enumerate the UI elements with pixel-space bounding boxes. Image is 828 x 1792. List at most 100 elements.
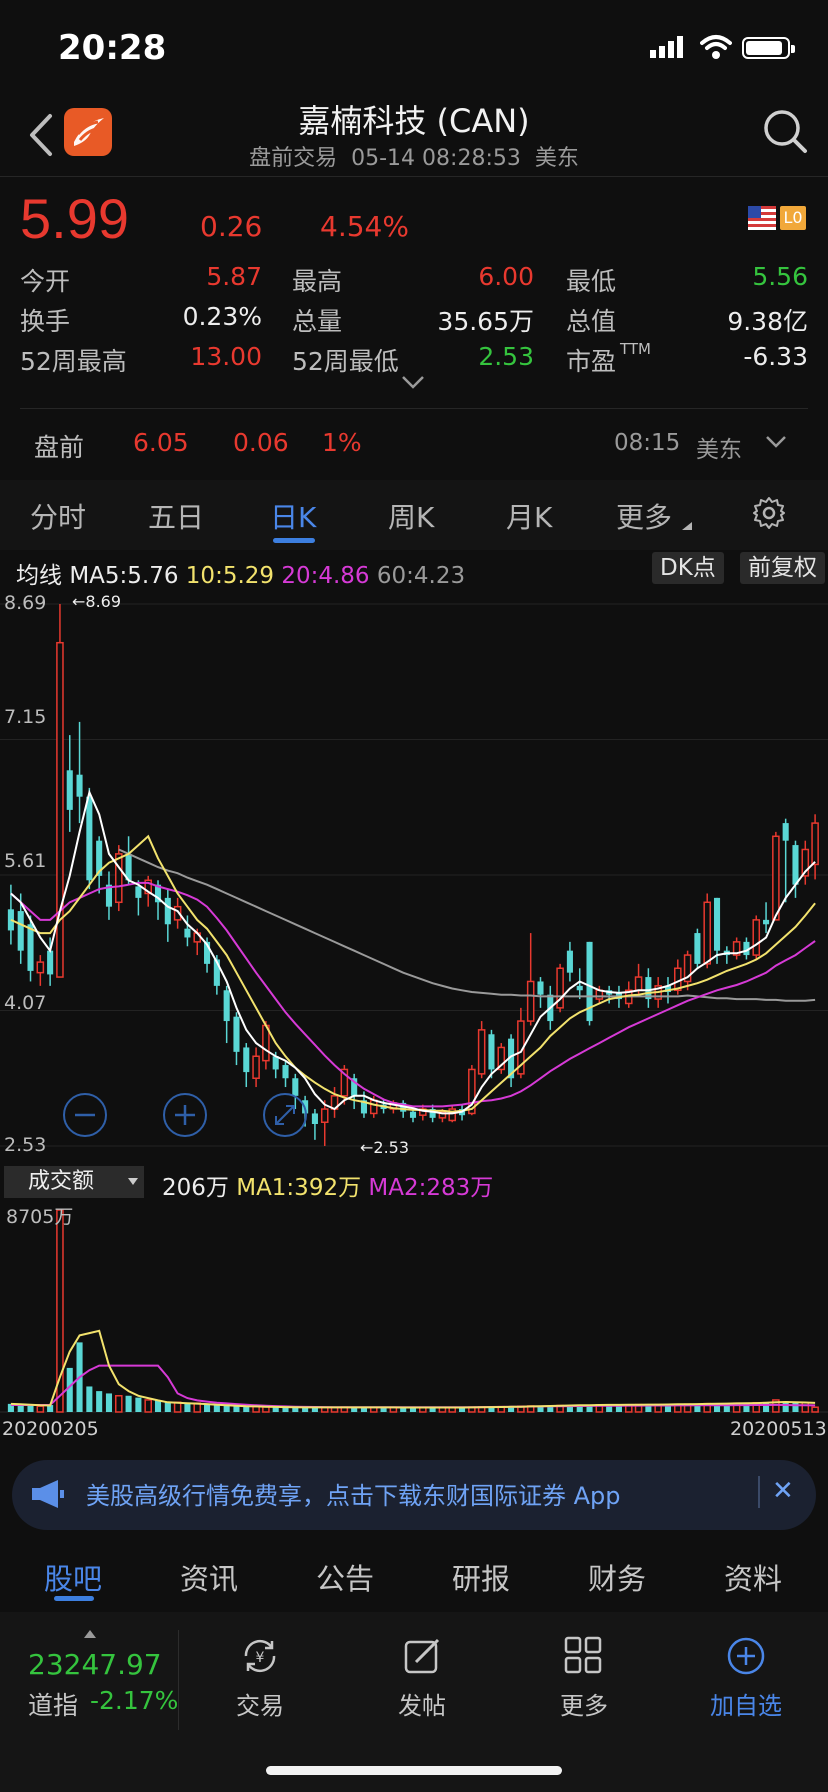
battery-icon xyxy=(742,37,795,59)
candle-body xyxy=(488,1034,495,1070)
candle-body xyxy=(66,770,73,810)
candle-body xyxy=(184,928,191,938)
status-time: 20:28 xyxy=(58,28,167,68)
grid-icon[interactable] xyxy=(564,1636,602,1674)
stat-value: 5.87 xyxy=(206,262,262,291)
candle-body xyxy=(282,1065,289,1079)
y-tick-label: 8.69 xyxy=(4,592,47,614)
tab-daily-k[interactable]: 日K xyxy=(270,496,316,536)
stat-value: 6.00 xyxy=(478,262,534,291)
candle-body xyxy=(792,845,799,885)
candle-body xyxy=(369,1099,378,1115)
add-watchlist-icon[interactable] xyxy=(726,1636,766,1676)
tab-forum[interactable]: 股吧 xyxy=(44,1556,102,1598)
wifi-icon xyxy=(700,35,732,59)
tab-more[interactable]: 更多 xyxy=(616,496,672,536)
x-end-date: 20200513 xyxy=(730,1418,827,1440)
stat-label: 52周最低 xyxy=(292,347,399,376)
kline-chart[interactable] xyxy=(0,586,828,1160)
volume-bar xyxy=(144,1399,152,1413)
volume-bar xyxy=(213,1405,220,1412)
gear-icon[interactable] xyxy=(752,496,786,530)
ma-legend: 均线 MA5:5.76 10:5.29 20:4.86 60:4.23 xyxy=(16,556,465,590)
low-marker-value: 2.53 xyxy=(373,1138,410,1157)
tab-profile[interactable]: 资料 xyxy=(724,1556,782,1598)
search-icon[interactable] xyxy=(762,108,808,154)
price-change: 0.26 xyxy=(200,210,263,243)
candle-body xyxy=(114,853,123,904)
candle-body xyxy=(233,1016,240,1052)
active-tab-indicator xyxy=(54,1596,94,1601)
nav-more-label[interactable]: 更多 xyxy=(534,1686,634,1721)
tab-monthly-k[interactable]: 月K xyxy=(506,496,552,536)
volume-bar xyxy=(154,1400,162,1412)
stat-label: 市盈 xyxy=(566,347,617,376)
zoom-out-icon[interactable] xyxy=(62,1092,108,1138)
zoom-in-icon[interactable] xyxy=(162,1092,208,1138)
tab-weekly-k[interactable]: 周K xyxy=(388,496,434,536)
promo-text[interactable]: 美股高级行情免费享，点击下载东财国际证券 App xyxy=(86,1476,621,1511)
volume-max-label: 8705万 xyxy=(6,1206,74,1228)
nav-post-label[interactable]: 发帖 xyxy=(372,1686,472,1721)
candle-body xyxy=(86,796,93,881)
stat-value: 9.38亿 xyxy=(727,307,808,336)
index-name[interactable]: 道指 xyxy=(28,1686,78,1722)
nav-trade-label[interactable]: 交易 xyxy=(210,1686,310,1721)
chevron-down-icon[interactable] xyxy=(400,374,426,390)
ma20-line xyxy=(10,881,816,1108)
cellular-signal-icon xyxy=(650,36,683,58)
candle-body xyxy=(477,1029,486,1075)
volume-bar xyxy=(86,1386,93,1412)
x-start-date: 20200205 xyxy=(2,1418,99,1440)
candle-body xyxy=(27,924,34,971)
adjust-mode-button[interactable]: 前复权 xyxy=(740,552,825,584)
candle-body xyxy=(526,980,535,1022)
premarket-change-pct: 1% xyxy=(322,428,362,457)
tab-intraday[interactable]: 分时 xyxy=(30,496,86,536)
stat-label: 今开 xyxy=(20,267,71,296)
chevron-down-icon[interactable] xyxy=(764,434,788,450)
volume-bar xyxy=(96,1391,103,1412)
close-icon[interactable]: ✕ xyxy=(772,1476,794,1506)
price-change-pct: 4.54% xyxy=(320,210,409,243)
indicator-select[interactable]: 成交额 xyxy=(4,1166,144,1198)
volume-chart[interactable] xyxy=(0,1198,828,1418)
y-tick-label: 5.61 xyxy=(4,850,47,872)
tab-research[interactable]: 研报 xyxy=(452,1556,510,1598)
volume-bar xyxy=(27,1405,34,1412)
fullscreen-icon[interactable] xyxy=(262,1092,308,1138)
candle-body xyxy=(811,822,819,866)
premarket-time: 08:15 xyxy=(614,430,681,456)
compose-icon[interactable] xyxy=(402,1636,442,1676)
megaphone-icon xyxy=(32,1480,64,1508)
volume-bar xyxy=(243,1406,250,1412)
tab-news[interactable]: 资讯 xyxy=(180,1556,238,1598)
stat-value: 35.65万 xyxy=(437,307,534,336)
dk-point-button[interactable]: DK点 xyxy=(652,552,724,584)
candle-body xyxy=(772,835,780,921)
candle-body xyxy=(576,985,583,991)
yen-exchange-icon[interactable]: ¥ xyxy=(238,1636,282,1676)
candle-body xyxy=(311,1113,318,1125)
level-badge: L0 xyxy=(780,206,806,230)
candle-body xyxy=(164,897,171,925)
tab-financials[interactable]: 财务 xyxy=(588,1556,646,1598)
index-value[interactable]: 23247.97 xyxy=(28,1648,162,1681)
volume-bar xyxy=(164,1402,171,1412)
caret-up-icon xyxy=(84,1630,96,1638)
tab-five-day[interactable]: 五日 xyxy=(148,496,204,536)
tab-announcements[interactable]: 公告 xyxy=(316,1556,374,1598)
index-change-pct[interactable]: -2.17% xyxy=(90,1686,178,1715)
nav-add-watchlist-label[interactable]: 加自选 xyxy=(696,1686,796,1721)
stat-value: -6.33 xyxy=(743,342,808,371)
volume-bar xyxy=(114,1395,123,1413)
divider xyxy=(178,1630,179,1730)
candle-body xyxy=(135,886,142,898)
stat-label: 换手 xyxy=(20,307,71,336)
stat-value: 2.53 xyxy=(478,342,534,371)
high-marker-value: 8.69 xyxy=(85,592,122,611)
stat-label: 总量 xyxy=(292,307,343,336)
premarket-timezone: 美东 xyxy=(696,437,742,463)
volume-bar xyxy=(17,1405,24,1412)
candle-body xyxy=(694,933,701,964)
